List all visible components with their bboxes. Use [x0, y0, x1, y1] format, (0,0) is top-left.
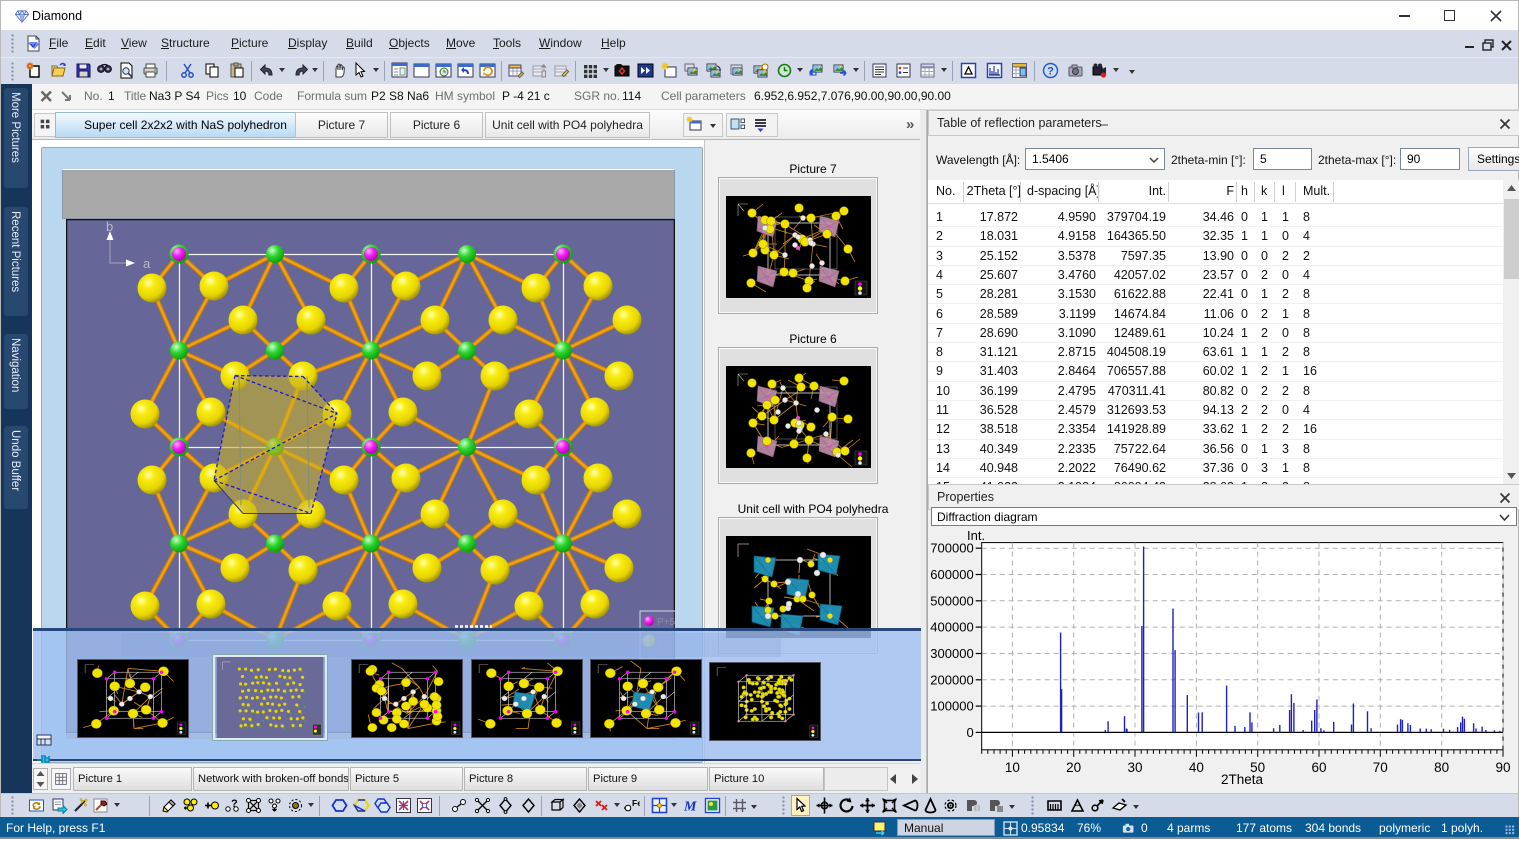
- svg-text:400000: 400000: [930, 620, 973, 635]
- svg-text:M: M: [683, 800, 697, 815]
- svg-text:Fe: Fe: [632, 798, 640, 808]
- svg-text:500000: 500000: [930, 593, 973, 608]
- svg-text:b: b: [106, 219, 113, 234]
- svg-text:?: ?: [1047, 66, 1054, 78]
- svg-text:20: 20: [1066, 760, 1081, 775]
- svg-text:a: a: [143, 256, 151, 271]
- svg-text:100000: 100000: [930, 699, 973, 714]
- svg-text:30: 30: [1127, 760, 1142, 775]
- svg-text:?: ?: [231, 798, 238, 810]
- svg-text:70: 70: [1373, 760, 1388, 775]
- svg-text:Int.: Int.: [967, 528, 985, 543]
- svg-text:90: 90: [1495, 760, 1510, 775]
- svg-text:60: 60: [1311, 760, 1326, 775]
- svg-text:200000: 200000: [930, 672, 973, 687]
- svg-text:P+5: P+5: [657, 617, 675, 628]
- svg-text:0: 0: [966, 725, 973, 740]
- svg-text:40: 40: [1189, 760, 1204, 775]
- svg-text:300000: 300000: [930, 646, 973, 661]
- svg-text:10: 10: [1005, 760, 1020, 775]
- svg-text:80: 80: [1434, 760, 1449, 775]
- svg-text:2Theta: 2Theta: [1221, 772, 1264, 787]
- svg-text:600000: 600000: [930, 567, 973, 582]
